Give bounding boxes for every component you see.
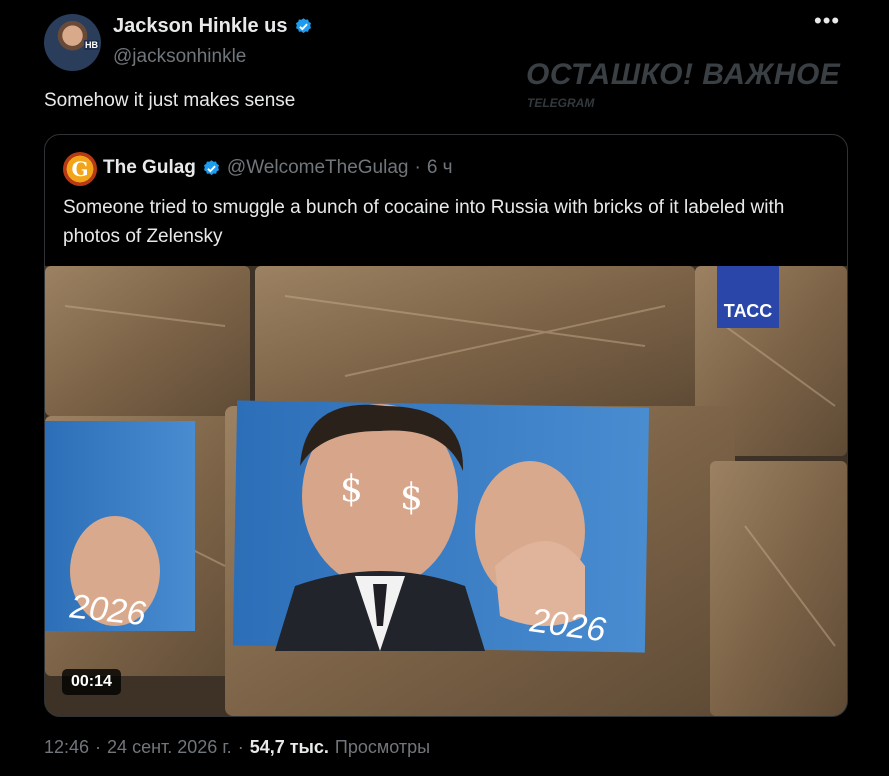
dollar-sign-right: $ (400, 477, 423, 518)
author-name-row[interactable]: Jackson Hinkle us (113, 15, 313, 38)
quoted-header: The Gulag @WelcomeTheGulag · 6 ч (103, 157, 453, 179)
quoted-author-name[interactable]: The Gulag (103, 157, 196, 179)
avatar-tag: HB (84, 40, 99, 50)
post-date[interactable]: 24 сент. 2026 г. (107, 737, 232, 758)
verified-badge-icon (295, 18, 311, 34)
author-handle[interactable]: @jacksonhinkle (113, 46, 246, 68)
quoted-text: Someone tried to smuggle a bunch of coca… (63, 197, 785, 247)
watermark-title: ОСТАШКО! ВАЖНОЕ (526, 58, 841, 91)
quoted-tweet-card[interactable]: G The Gulag @WelcomeTheGulag · 6 ч Someo… (44, 134, 848, 717)
views-label[interactable]: Просмотры (335, 737, 430, 758)
footer-separator: · (237, 737, 244, 757)
watermark-subtitle: TELEGRAM (527, 96, 595, 110)
brick (255, 266, 695, 411)
more-horizontal-icon[interactable]: ••• (814, 8, 840, 34)
author-name[interactable]: Jackson Hinkle us (113, 15, 288, 38)
video-player[interactable]: $ $ 2026 2026 ТАСС 00:14 (45, 266, 847, 716)
tass-logo-text: ТАСС (724, 301, 772, 321)
author-avatar[interactable]: HB (44, 14, 101, 71)
quoted-avatar[interactable]: G (63, 152, 97, 186)
tweet-footer: 12:46 · 24 сент. 2026 г. · 54,7 тыс. Про… (44, 737, 430, 758)
views-count[interactable]: 54,7 тыс. (250, 737, 329, 758)
post-time[interactable]: 12:46 (44, 737, 89, 758)
print-year-left: 2026 (67, 587, 147, 633)
video-frame: $ $ 2026 2026 ТАСС (45, 266, 847, 716)
verified-badge-icon (203, 159, 219, 175)
brick (710, 461, 847, 716)
quoted-separator: · (414, 157, 421, 178)
brick (45, 266, 250, 416)
dollar-sign-left: $ (340, 469, 363, 510)
footer-separator: · (95, 737, 102, 757)
quoted-time[interactable]: 6 ч (427, 157, 453, 179)
tweet-text: Somehow it just makes sense (44, 90, 296, 111)
quoted-author-handle[interactable]: @WelcomeTheGulag (227, 157, 409, 179)
tweet: HB Jackson Hinkle us @jacksonhinkle ••• … (0, 0, 889, 776)
video-duration: 00:14 (62, 669, 121, 695)
